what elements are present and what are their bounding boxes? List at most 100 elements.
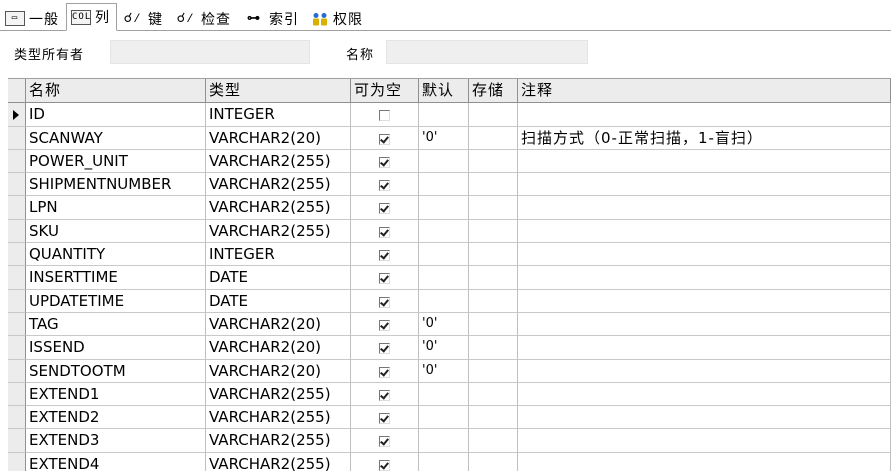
row-indicator[interactable]: [8, 406, 26, 430]
cell-type[interactable]: INTEGER: [206, 243, 351, 267]
table-row[interactable]: POWER_UNIT VARCHAR2(255): [8, 149, 891, 174]
table-row[interactable]: SHIPMENTNUMBER VARCHAR2(255): [8, 173, 891, 197]
cell-storage[interactable]: [469, 173, 518, 197]
nullable-checkbox[interactable]: [379, 436, 390, 448]
cell-comment[interactable]: [518, 243, 891, 267]
cell-name[interactable]: EXTEND3: [26, 429, 206, 453]
nullable-checkbox[interactable]: [379, 156, 390, 168]
header-comment[interactable]: 注释: [518, 79, 891, 103]
table-row[interactable]: ID INTEGER: [8, 103, 891, 127]
cell-nullable[interactable]: [351, 149, 419, 174]
tab-indexes[interactable]: ⊶ 索引: [238, 6, 306, 30]
row-indicator[interactable]: [8, 382, 26, 407]
cell-default[interactable]: [419, 289, 469, 313]
cell-name[interactable]: UPDATETIME: [26, 289, 206, 313]
cell-comment[interactable]: 扫描方式（0-正常扫描，1-盲扫）: [518, 126, 891, 150]
cell-comment[interactable]: [518, 196, 891, 220]
cell-comment[interactable]: [518, 312, 891, 337]
tab-columns[interactable]: COL 列: [66, 3, 117, 31]
row-indicator[interactable]: [8, 243, 26, 267]
cell-comment[interactable]: [518, 382, 891, 407]
table-row[interactable]: QUANTITY INTEGER: [8, 243, 891, 267]
cell-storage[interactable]: [469, 126, 518, 150]
cell-comment[interactable]: [518, 406, 891, 430]
cell-default[interactable]: '0': [419, 336, 469, 360]
cell-comment[interactable]: [518, 336, 891, 360]
cell-name[interactable]: POWER_UNIT: [26, 149, 206, 174]
cell-comment[interactable]: [518, 359, 891, 383]
cell-nullable[interactable]: [351, 289, 419, 313]
nullable-checkbox[interactable]: [379, 389, 390, 401]
cell-storage[interactable]: [469, 289, 518, 313]
nullable-checkbox[interactable]: [379, 343, 390, 355]
cell-comment[interactable]: [518, 219, 891, 244]
cell-storage[interactable]: [469, 219, 518, 244]
cell-storage[interactable]: [469, 266, 518, 290]
row-indicator[interactable]: [8, 429, 26, 453]
cell-nullable[interactable]: [351, 219, 419, 244]
cell-storage[interactable]: [469, 103, 518, 127]
cell-name[interactable]: ID: [26, 103, 206, 127]
nullable-checkbox[interactable]: [379, 203, 390, 215]
cell-name[interactable]: SHIPMENTNUMBER: [26, 173, 206, 197]
header-nullable[interactable]: 可为空: [351, 79, 419, 103]
cell-name[interactable]: TAG: [26, 312, 206, 337]
row-indicator[interactable]: [8, 266, 26, 290]
cell-default[interactable]: [419, 266, 469, 290]
table-row[interactable]: EXTEND4 VARCHAR2(255): [8, 452, 891, 471]
cell-storage[interactable]: [469, 243, 518, 267]
cell-storage[interactable]: [469, 359, 518, 383]
row-indicator[interactable]: [8, 452, 26, 471]
cell-type[interactable]: VARCHAR2(20): [206, 126, 351, 150]
table-row[interactable]: EXTEND1 VARCHAR2(255): [8, 382, 891, 407]
cell-name[interactable]: EXTEND4: [26, 452, 206, 471]
table-row[interactable]: SCANWAY VARCHAR2(20) '0' 扫描方式（0-正常扫描，1-盲扫）: [8, 126, 891, 150]
tab-checks[interactable]: ☌⁄ 检查: [170, 6, 238, 30]
cell-name[interactable]: ISSEND: [26, 336, 206, 360]
cell-type[interactable]: VARCHAR2(20): [206, 359, 351, 383]
table-row[interactable]: UPDATETIME DATE: [8, 289, 891, 313]
header-storage[interactable]: 存储: [469, 79, 518, 103]
cell-comment[interactable]: [518, 289, 891, 313]
cell-type[interactable]: VARCHAR2(255): [206, 219, 351, 244]
cell-type[interactable]: VARCHAR2(255): [206, 382, 351, 407]
cell-comment[interactable]: [518, 429, 891, 453]
cell-type[interactable]: VARCHAR2(20): [206, 336, 351, 360]
table-row[interactable]: EXTEND2 VARCHAR2(255): [8, 406, 891, 430]
cell-nullable[interactable]: [351, 312, 419, 337]
cell-nullable[interactable]: [351, 103, 419, 127]
cell-comment[interactable]: [518, 173, 891, 197]
table-row[interactable]: SENDTOOTM VARCHAR2(20) '0': [8, 359, 891, 383]
nullable-checkbox[interactable]: [379, 226, 390, 238]
nullable-checkbox[interactable]: [379, 296, 390, 308]
cell-default[interactable]: [419, 173, 469, 197]
cell-default[interactable]: [419, 219, 469, 244]
cell-nullable[interactable]: [351, 243, 419, 267]
nullable-checkbox[interactable]: [379, 180, 390, 192]
table-row[interactable]: LPN VARCHAR2(255): [8, 196, 891, 220]
cell-name[interactable]: EXTEND1: [26, 382, 206, 407]
header-type[interactable]: 类型: [206, 79, 351, 103]
cell-comment[interactable]: [518, 149, 891, 174]
cell-nullable[interactable]: [351, 126, 419, 150]
row-indicator[interactable]: [8, 289, 26, 313]
cell-default[interactable]: [419, 149, 469, 174]
cell-default[interactable]: '0': [419, 359, 469, 383]
cell-type[interactable]: VARCHAR2(20): [206, 312, 351, 337]
cell-type[interactable]: VARCHAR2(255): [206, 429, 351, 453]
cell-default[interactable]: '0': [419, 312, 469, 337]
cell-default[interactable]: '0': [419, 126, 469, 150]
nullable-checkbox[interactable]: [379, 319, 390, 331]
cell-storage[interactable]: [469, 312, 518, 337]
cell-nullable[interactable]: [351, 359, 419, 383]
cell-comment[interactable]: [518, 103, 891, 127]
cell-type[interactable]: DATE: [206, 289, 351, 313]
cell-default[interactable]: [419, 243, 469, 267]
row-indicator[interactable]: [8, 219, 26, 244]
owner-field[interactable]: [110, 40, 310, 64]
tab-general[interactable]: ▭ 一般: [0, 6, 66, 30]
cell-name[interactable]: SENDTOOTM: [26, 359, 206, 383]
cell-name[interactable]: SKU: [26, 219, 206, 244]
cell-name[interactable]: LPN: [26, 196, 206, 220]
cell-storage[interactable]: [469, 196, 518, 220]
